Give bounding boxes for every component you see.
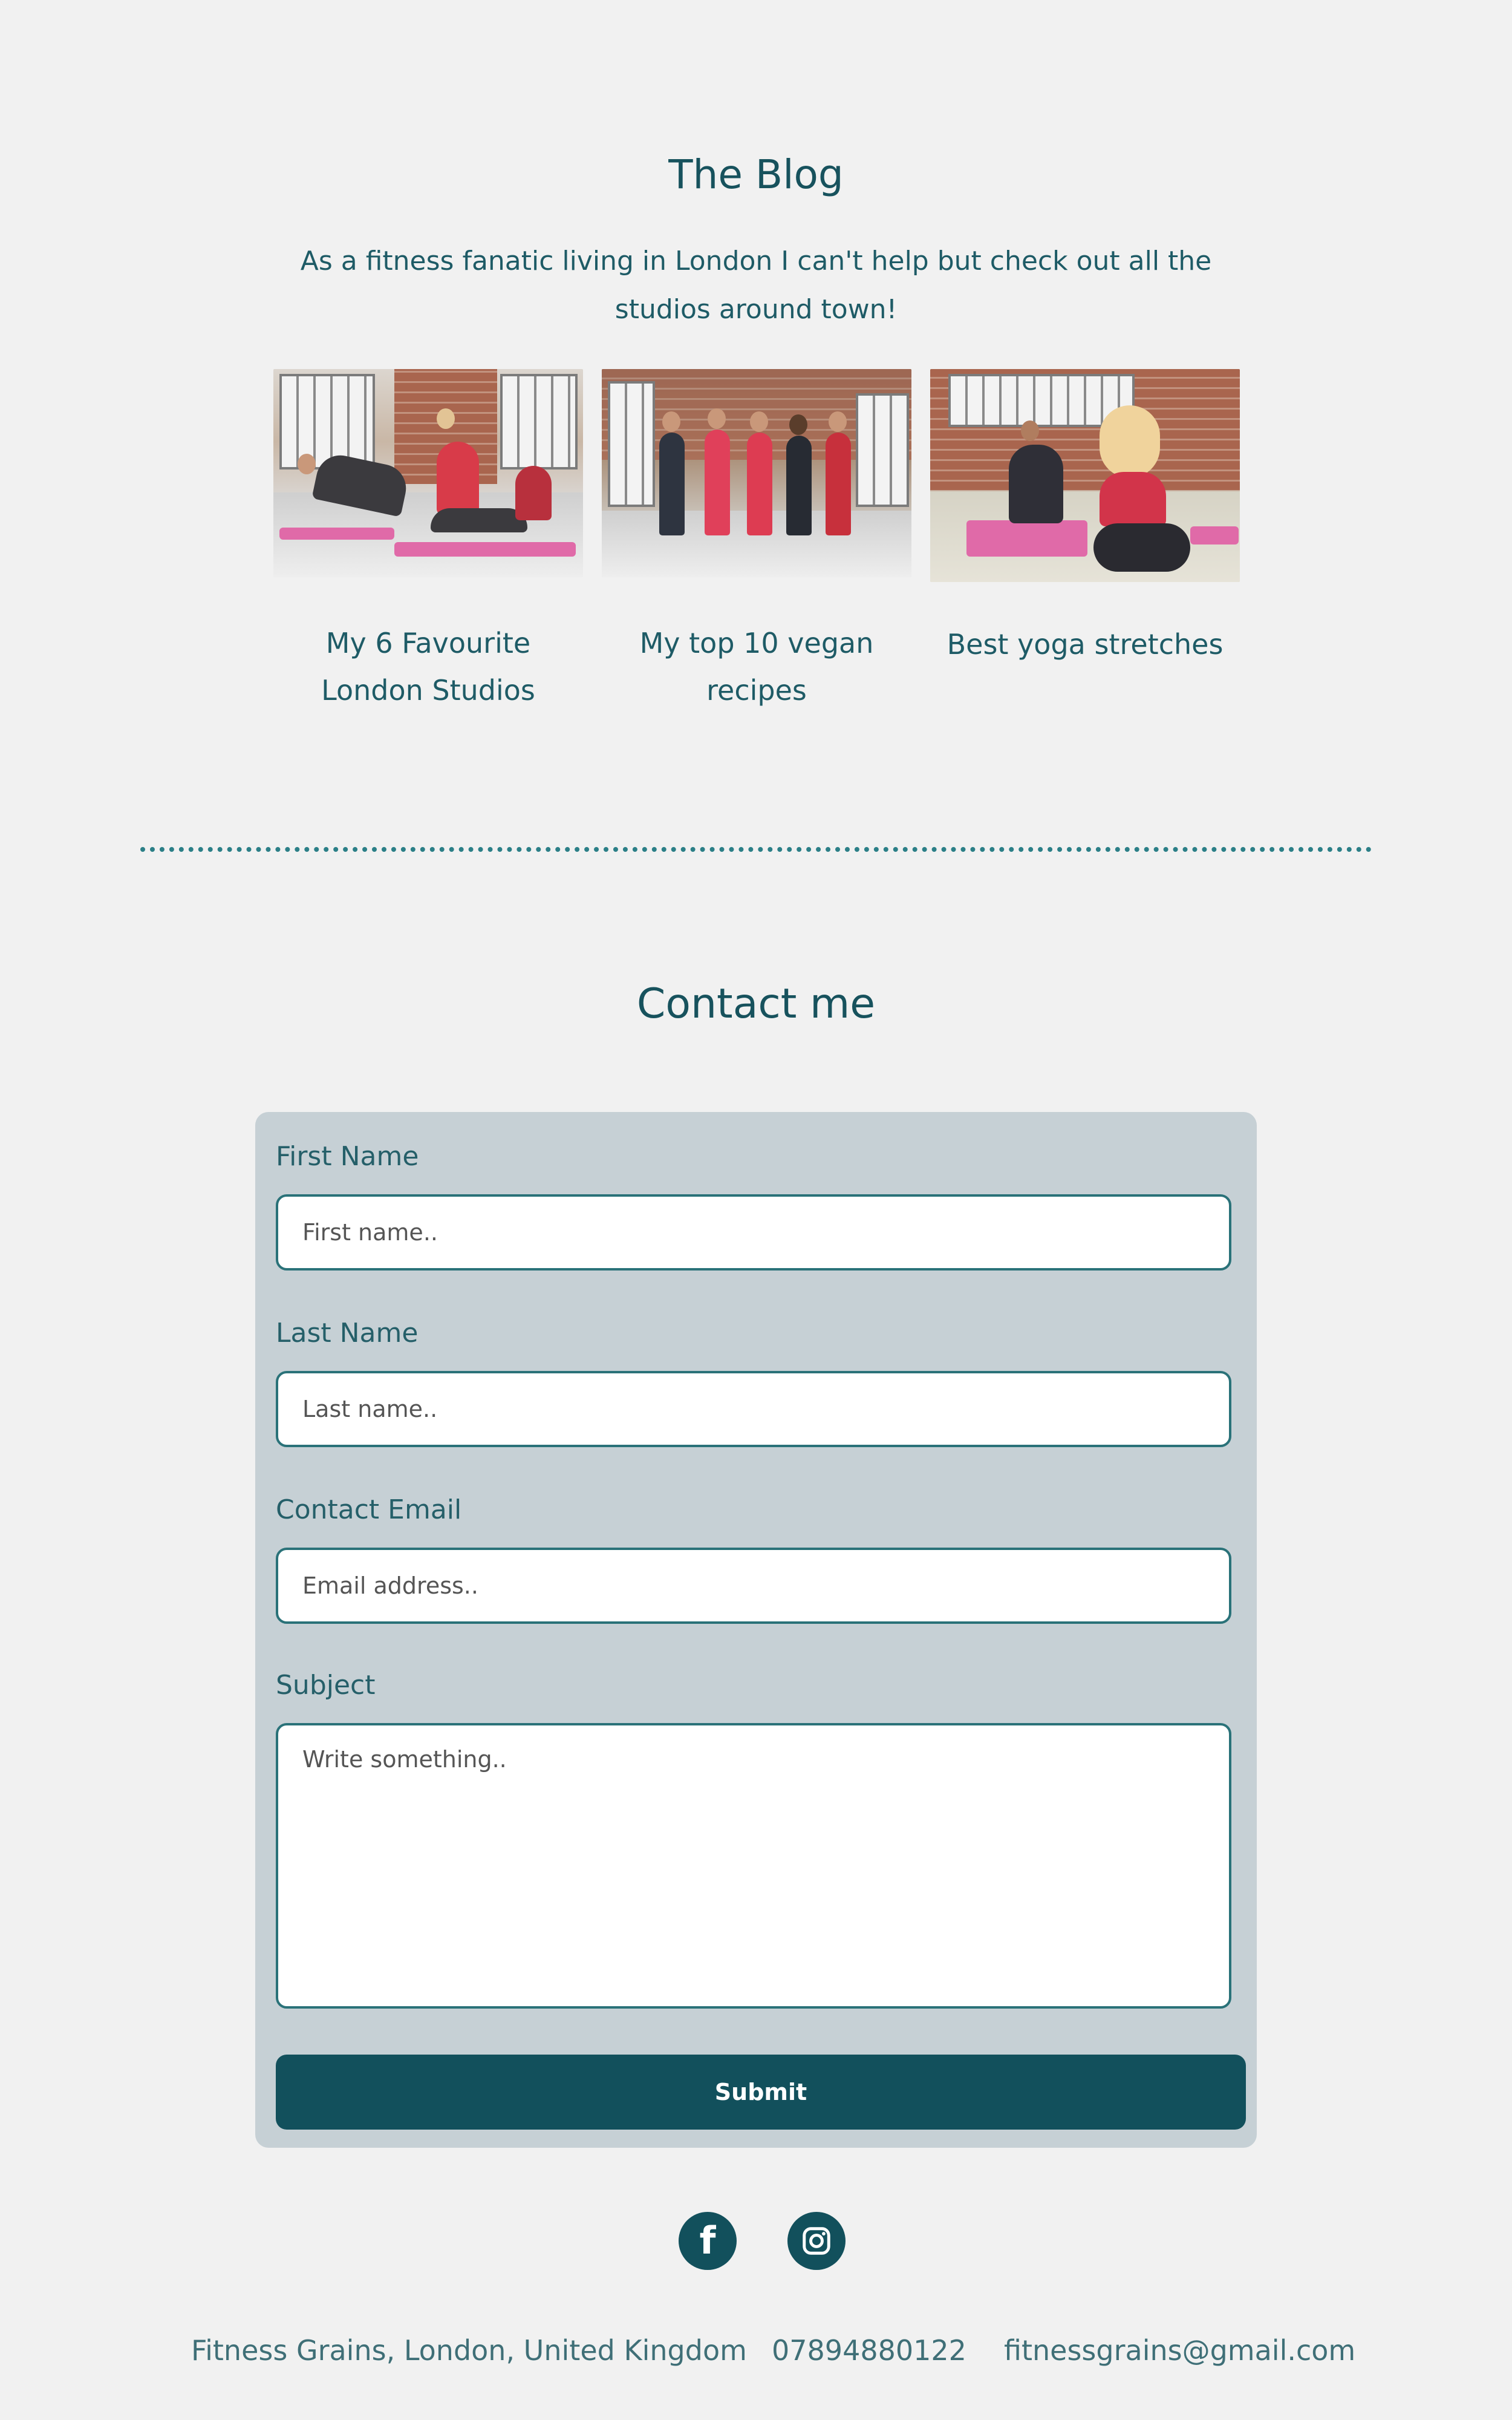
footer-email[interactable]: fitnessgrains@gmail.com <box>1004 2334 1355 2367</box>
section-divider <box>140 847 1372 852</box>
blog-caption[interactable]: Best yoga stretches <box>930 621 1240 668</box>
blog-caption[interactable]: My 6 Favourite London Studios <box>273 620 583 714</box>
blog-title: The Blog <box>668 151 844 198</box>
contact-title: Contact me <box>636 980 876 1028</box>
first-name-input[interactable] <box>276 1194 1231 1270</box>
blog-card-vegan[interactable]: My top 10 vegan recipes <box>602 369 911 714</box>
subject-label: Subject <box>276 1670 376 1701</box>
instagram-icon[interactable] <box>787 2212 846 2270</box>
blog-image-studios[interactable] <box>273 369 583 577</box>
blog-card-studios[interactable]: My 6 Favourite London Studios <box>273 369 583 714</box>
contact-form: First Name Last Name Contact Email Subje… <box>255 1112 1257 2148</box>
facebook-icon[interactable]: f <box>679 2212 737 2270</box>
first-name-label: First Name <box>276 1141 419 1172</box>
facebook-glyph: f <box>699 2219 716 2263</box>
contact-email-input[interactable] <box>276 1548 1231 1624</box>
instagram-glyph <box>803 2227 830 2255</box>
footer-phone[interactable]: 07894880122 <box>772 2334 966 2367</box>
contact-email-label: Contact Email <box>276 1494 462 1525</box>
blog-card-yoga[interactable]: Best yoga stretches <box>930 369 1240 668</box>
last-name-label: Last Name <box>276 1318 419 1349</box>
blog-image-yoga[interactable] <box>930 369 1240 582</box>
blog-intro: As a fitness fanatic living in London I … <box>300 246 1212 325</box>
blog-caption[interactable]: My top 10 vegan recipes <box>602 620 911 714</box>
footer-address: Fitness Grains, London, United Kingdom <box>191 2334 747 2367</box>
blog-image-vegan[interactable] <box>602 369 911 577</box>
last-name-input[interactable] <box>276 1371 1231 1447</box>
submit-button[interactable]: Submit <box>276 2055 1246 2130</box>
subject-textarea[interactable] <box>276 1723 1231 2009</box>
